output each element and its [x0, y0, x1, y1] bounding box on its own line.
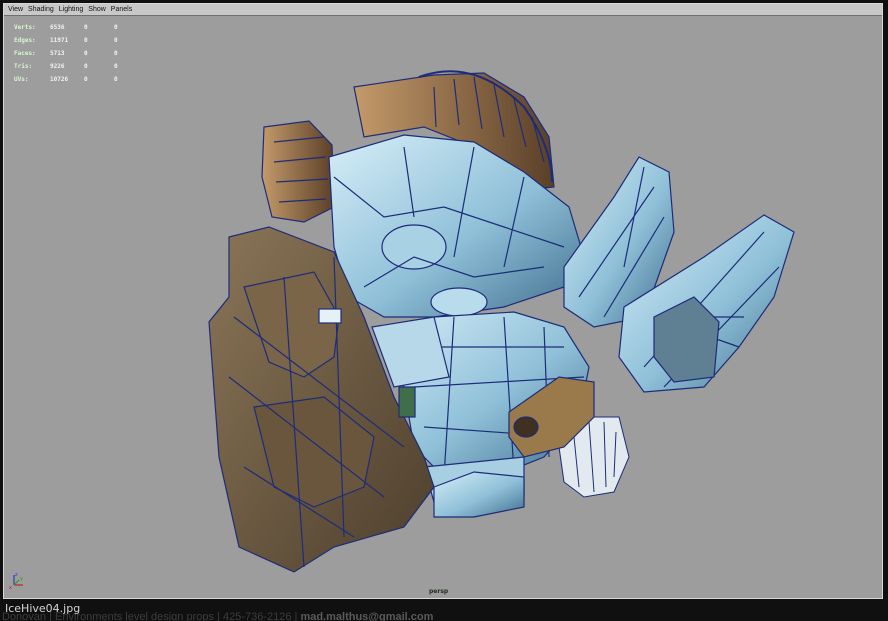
hud-row-uvs: UVs: 10726 0 0: [14, 73, 134, 86]
hud-value: 0: [84, 63, 88, 70]
hud-label: Tris:: [14, 63, 33, 70]
maya-viewport-window: View Shading Lighting Show Panels Verts:…: [3, 3, 883, 599]
axis-z-label: z: [15, 572, 18, 578]
menu-shading[interactable]: Shading: [28, 6, 54, 13]
3d-viewport[interactable]: Verts: 6536 0 0 Edges: 11971 0 0 Faces: …: [4, 17, 882, 598]
axis-gizmo-icon: x y z: [9, 572, 23, 590]
hud-value: 0: [84, 76, 88, 83]
poly-count-hud: Verts: 6536 0 0 Edges: 11971 0 0 Faces: …: [14, 21, 134, 86]
hud-value: 11971: [50, 37, 69, 44]
hud-row-verts: Verts: 6536 0 0: [14, 21, 134, 34]
hud-value: 5713: [50, 50, 65, 57]
footer-text: Donovan | Environments level design prop…: [2, 611, 298, 621]
hud-value: 9226: [50, 63, 65, 70]
axis-x-label: x: [9, 585, 12, 590]
footer-email[interactable]: mad.malthus@gmail.com: [300, 611, 433, 621]
menu-view[interactable]: View: [8, 6, 23, 13]
hud-value: 0: [84, 50, 88, 57]
hud-value: 6536: [50, 24, 65, 31]
hud-row-edges: Edges: 11971 0 0: [14, 34, 134, 47]
hud-label: Faces:: [14, 50, 36, 57]
hud-value: 0: [84, 24, 88, 31]
hud-value: 10726: [50, 76, 69, 83]
hud-value: 0: [114, 37, 118, 44]
hud-label: UVs:: [14, 76, 29, 83]
camera-name-label: persp: [429, 588, 449, 595]
level-model-render: [208, 70, 795, 573]
hud-value: 0: [114, 50, 118, 57]
hud-value: 0: [114, 24, 118, 31]
footer-contact-strip: Donovan | Environments level design prop…: [0, 611, 888, 621]
hud-row-tris: Tris: 9226 0 0: [14, 60, 134, 73]
hud-value: 0: [114, 63, 118, 70]
hud-label: Edges:: [14, 37, 36, 44]
panel-menubar: View Shading Lighting Show Panels: [4, 4, 882, 16]
menu-panels[interactable]: Panels: [111, 6, 132, 13]
hud-label: Verts:: [14, 24, 36, 31]
menu-lighting[interactable]: Lighting: [59, 6, 84, 13]
hud-value: 0: [84, 37, 88, 44]
hud-row-faces: Faces: 5713 0 0: [14, 47, 134, 60]
hud-value: 0: [114, 76, 118, 83]
menu-show[interactable]: Show: [88, 6, 106, 13]
axis-y-label: y: [20, 576, 23, 582]
